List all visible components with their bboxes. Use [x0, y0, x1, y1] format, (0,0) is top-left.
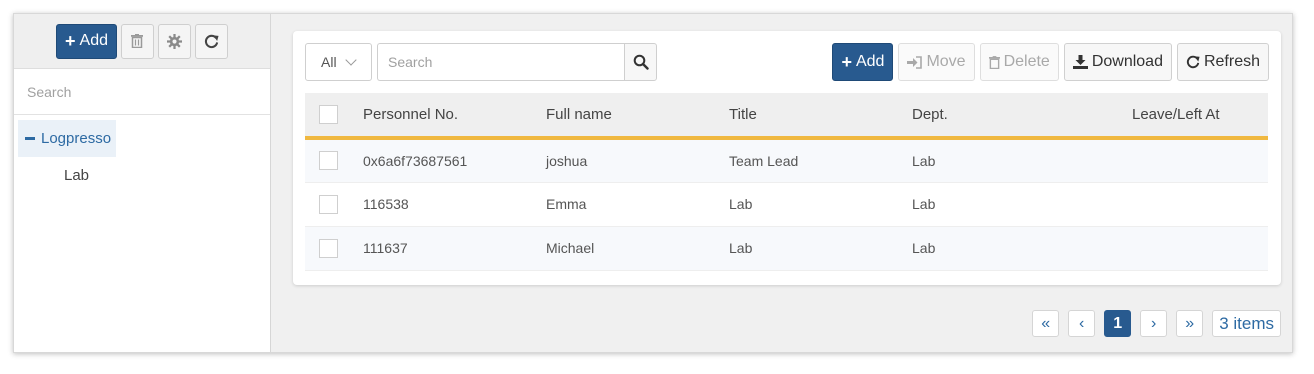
search-icon — [633, 54, 649, 70]
main-content: All + Add — [271, 14, 1292, 352]
refresh-icon — [1186, 55, 1200, 69]
row-select-cell — [305, 138, 362, 182]
trash-icon — [131, 34, 144, 48]
delete-button[interactable]: Delete — [979, 43, 1059, 81]
refresh-icon — [204, 34, 219, 48]
column-title[interactable]: Title — [728, 93, 911, 140]
pagination: « ‹ 1 › » 3 items — [1032, 310, 1281, 337]
collapse-icon[interactable] — [25, 137, 35, 140]
org-tree: Logpresso Lab — [14, 115, 270, 184]
cell-leave-left-at — [1131, 182, 1268, 226]
tree-toolbar: + Add — [14, 14, 270, 69]
cell-leave-left-at — [1131, 138, 1268, 182]
table-row[interactable]: 111637 Michael Lab Lab — [305, 226, 1268, 270]
first-page-button[interactable]: « — [1032, 310, 1060, 337]
cell-dept: Lab — [912, 240, 936, 256]
tree-settings-button[interactable] — [157, 23, 191, 59]
header-select-cell — [305, 93, 362, 140]
cell-leave-left-at — [1131, 226, 1268, 270]
search-group — [377, 43, 657, 81]
cell-title: Team Lead — [729, 152, 799, 169]
last-page-button[interactable]: » — [1176, 310, 1204, 337]
tree-node-label: Logpresso — [41, 130, 112, 147]
tree-add-label: Add — [79, 32, 108, 49]
row-checkbox[interactable] — [319, 151, 338, 171]
cell-personnel-no: 0x6a6f73687561 — [363, 152, 468, 169]
tree-node-lab[interactable]: Lab — [64, 167, 270, 184]
next-page-button[interactable]: › — [1140, 310, 1168, 337]
cell-title: Lab — [729, 196, 753, 212]
double-chevron-left-icon: « — [1041, 314, 1051, 332]
cell-full-name: joshua — [546, 152, 588, 169]
cell-dept: Lab — [912, 196, 936, 212]
cell-personnel-no: 116538 — [363, 196, 409, 212]
personnel-toolbar: All + Add — [305, 43, 1269, 81]
cell-full-name: Emma — [546, 196, 587, 212]
item-count: 3 items — [1212, 310, 1281, 337]
org-tree-panel: + Add Search Logpresso Lab — [14, 14, 271, 352]
plus-icon: + — [841, 51, 852, 72]
chevron-down-icon — [344, 53, 357, 66]
filter-select-value: All — [321, 54, 337, 70]
chevron-left-icon: ‹ — [1079, 314, 1085, 332]
cell-title: Lab — [729, 240, 753, 256]
tree-search — [14, 69, 270, 115]
trash-icon — [988, 55, 1000, 69]
column-dept[interactable]: Dept. — [911, 93, 1131, 140]
search-button[interactable] — [624, 43, 657, 81]
download-button[interactable]: Download — [1063, 43, 1172, 81]
page-button-current[interactable]: 1 — [1104, 310, 1132, 337]
download-icon — [1072, 55, 1088, 69]
personnel-table: Personnel No. Full name Title Dept. Leav… — [305, 93, 1268, 271]
refresh-button[interactable]: Refresh — [1176, 43, 1269, 81]
action-buttons: + Add Move Delete Download Refresh — [832, 43, 1269, 81]
double-chevron-right-icon: » — [1185, 314, 1195, 332]
column-leave-left-at[interactable]: Leave/Left At — [1131, 93, 1268, 140]
table-row[interactable]: 116538 Emma Lab Lab — [305, 182, 1268, 226]
search-input[interactable] — [377, 43, 625, 81]
download-label: Download — [1091, 53, 1163, 70]
tree-add-button[interactable]: + Add — [56, 23, 117, 59]
move-label: Move — [926, 53, 966, 70]
cell-dept: Lab — [912, 152, 936, 169]
move-button[interactable]: Move — [898, 43, 975, 81]
column-full-name[interactable]: Full name — [545, 93, 728, 140]
select-all-checkbox[interactable] — [319, 105, 338, 124]
cell-full-name: Michael — [546, 240, 595, 256]
tree-delete-button[interactable] — [120, 23, 154, 59]
delete-label: Delete — [1003, 53, 1050, 70]
table-row[interactable]: 0x6a6f73687561 joshua Team Lead Lab — [305, 138, 1268, 182]
plus-icon: + — [65, 31, 76, 51]
sign-in-icon — [907, 55, 923, 69]
personnel-card: All + Add — [293, 31, 1281, 285]
refresh-label: Refresh — [1203, 53, 1260, 70]
add-label: Add — [855, 53, 885, 70]
cell-personnel-no: 111637 — [363, 240, 408, 256]
row-select-cell — [305, 182, 362, 226]
row-select-cell — [305, 226, 362, 270]
column-personnel-no[interactable]: Personnel No. — [362, 93, 545, 140]
filter-select[interactable]: All — [305, 43, 372, 81]
table-header-row: Personnel No. Full name Title Dept. Leav… — [305, 93, 1268, 140]
gear-icon — [166, 33, 182, 49]
prev-page-button[interactable]: ‹ — [1068, 310, 1096, 337]
add-button[interactable]: + Add — [832, 43, 894, 81]
row-checkbox[interactable] — [319, 238, 338, 258]
tree-search-input[interactable] — [25, 82, 255, 101]
tree-refresh-button[interactable] — [194, 23, 228, 59]
chevron-right-icon: › — [1151, 314, 1157, 332]
app-window: + Add Search Logpresso Lab All Search + … — [13, 13, 1293, 353]
tree-node-logpresso[interactable]: Logpresso — [18, 120, 116, 157]
row-checkbox[interactable] — [319, 194, 338, 214]
